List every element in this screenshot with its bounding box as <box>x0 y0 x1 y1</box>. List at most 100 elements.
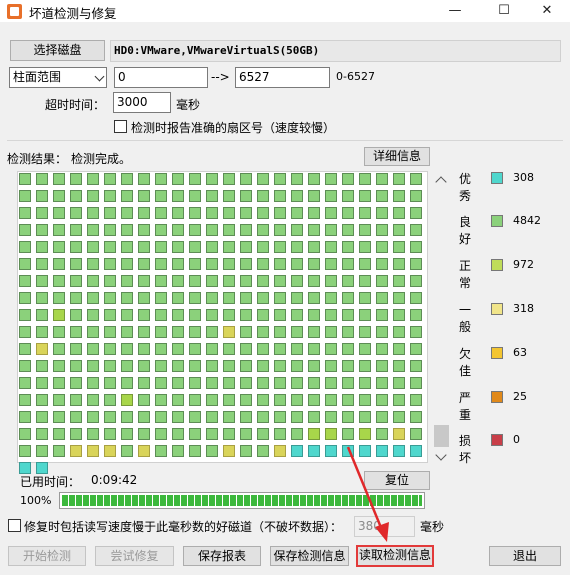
read-info-button[interactable]: 读取检测信息 <box>356 545 434 567</box>
sector-cell <box>308 190 320 202</box>
sector-cell <box>155 360 167 372</box>
legend-item-count: 308 <box>513 171 534 184</box>
sector-cell <box>155 241 167 253</box>
sector-cell <box>325 411 337 423</box>
sector-cell <box>138 411 150 423</box>
maximize-button[interactable]: ☐ <box>481 0 527 22</box>
sector-cell <box>104 428 116 440</box>
sector-cell <box>393 360 405 372</box>
try-repair-button[interactable]: 尝试修复 <box>95 546 174 566</box>
sector-cell <box>291 190 303 202</box>
timeout-input[interactable]: 3000 <box>113 92 171 113</box>
sector-cell <box>104 360 116 372</box>
sector-cell <box>240 241 252 253</box>
sector-cell <box>138 377 150 389</box>
sector-cell <box>36 377 48 389</box>
sector-cell <box>240 224 252 236</box>
sector-cell <box>36 326 48 338</box>
sector-cell <box>291 309 303 321</box>
sector-cell <box>240 377 252 389</box>
sector-cell <box>70 428 82 440</box>
sector-cell <box>206 190 218 202</box>
legend-item-label: 正常 <box>459 259 472 290</box>
sector-cell <box>155 428 167 440</box>
sector-cell <box>410 360 422 372</box>
sector-cell <box>257 309 269 321</box>
sector-cell <box>36 275 48 287</box>
close-button[interactable]: ✕ <box>524 0 570 22</box>
sector-cell <box>342 394 354 406</box>
sector-cell <box>19 190 31 202</box>
sector-cell <box>189 377 201 389</box>
sector-cell <box>359 343 371 355</box>
sector-cell <box>206 292 218 304</box>
reset-button[interactable]: 复位 <box>364 471 430 490</box>
sector-cell <box>393 326 405 338</box>
scroll-down-icon[interactable] <box>435 449 447 461</box>
sector-cell <box>155 445 167 457</box>
vertical-scrollbar[interactable] <box>433 171 450 463</box>
detail-info-button[interactable]: 详细信息 <box>364 147 430 166</box>
sector-cell <box>19 309 31 321</box>
repair-threshold-input[interactable]: 380 <box>354 516 415 537</box>
sector-cell <box>223 343 235 355</box>
sector-cell <box>359 258 371 270</box>
sector-cell <box>155 377 167 389</box>
scroll-thumb[interactable] <box>434 425 449 447</box>
sector-cell <box>172 326 184 338</box>
sector-cell <box>104 190 116 202</box>
sector-cell <box>325 394 337 406</box>
sector-cell <box>257 343 269 355</box>
sector-cell <box>223 360 235 372</box>
sector-cell <box>189 275 201 287</box>
sector-cell <box>172 343 184 355</box>
minimize-button[interactable]: — <box>432 0 478 22</box>
sector-cell <box>104 445 116 457</box>
sector-cell <box>240 411 252 423</box>
sector-cell <box>274 326 286 338</box>
sector-cell <box>359 360 371 372</box>
sector-cell <box>223 258 235 270</box>
sector-cell <box>393 309 405 321</box>
report-sector-checkbox[interactable] <box>114 120 127 133</box>
sector-cell <box>121 360 133 372</box>
sector-cell <box>53 428 65 440</box>
sector-cell <box>291 292 303 304</box>
sector-cell <box>172 292 184 304</box>
sector-cell <box>53 326 65 338</box>
sector-cell <box>393 394 405 406</box>
repair-include-checkbox[interactable] <box>8 519 21 532</box>
sector-cell <box>359 275 371 287</box>
save-report-button[interactable]: 保存报表 <box>183 546 261 566</box>
start-detect-button[interactable]: 开始检测 <box>8 546 86 566</box>
sector-cell <box>223 241 235 253</box>
app-icon <box>7 4 22 19</box>
sector-cell <box>19 377 31 389</box>
sector-cell <box>172 241 184 253</box>
select-disk-button[interactable]: 选择磁盘 <box>10 40 105 61</box>
save-info-button[interactable]: 保存检测信息 <box>270 546 349 566</box>
range-type-select[interactable]: 柱面范围 <box>9 67 107 88</box>
sector-cell <box>393 377 405 389</box>
range-end-input[interactable]: 6527 <box>235 67 330 88</box>
sector-cell <box>291 394 303 406</box>
sector-cell <box>410 343 422 355</box>
sector-cell <box>70 275 82 287</box>
sector-cell <box>223 224 235 236</box>
sector-cell <box>53 173 65 185</box>
sector-cell <box>240 326 252 338</box>
sector-cell <box>19 360 31 372</box>
scroll-up-icon[interactable] <box>435 176 447 188</box>
sector-cell <box>325 377 337 389</box>
sector-cell <box>342 445 354 457</box>
sector-cell <box>393 241 405 253</box>
sector-cell <box>274 258 286 270</box>
progress-text: 100% <box>20 494 52 507</box>
sector-cell <box>53 309 65 321</box>
range-start-input[interactable]: 0 <box>114 67 208 88</box>
sector-cell <box>19 224 31 236</box>
exit-button[interactable]: 退出 <box>489 546 561 566</box>
sector-cell <box>376 360 388 372</box>
sector-cell <box>104 275 116 287</box>
sector-cell <box>189 326 201 338</box>
